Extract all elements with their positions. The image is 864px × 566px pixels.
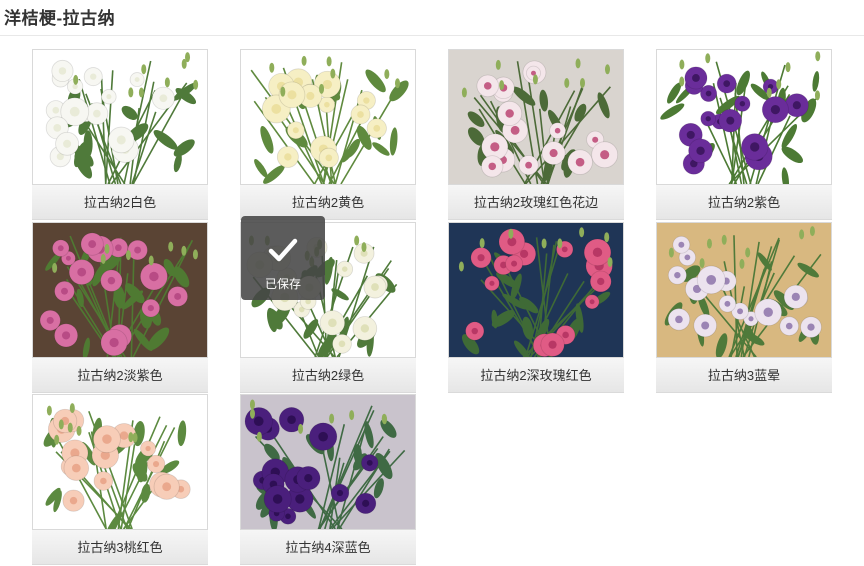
flower-thumbnail[interactable] [32, 49, 208, 185]
saved-toast-label: 已保存 [264, 277, 301, 291]
flower-photo [33, 50, 207, 184]
flower-photo [657, 50, 831, 184]
flower-photo [449, 50, 623, 184]
flower-card[interactable]: 拉古纳2黄色 [240, 49, 416, 220]
flower-photo [449, 223, 623, 357]
flower-caption[interactable]: 拉古纳3蓝晕 [656, 358, 832, 393]
flower-card[interactable]: 拉古纳2紫色 [656, 49, 832, 220]
flower-card[interactable]: 拉古纳3桃红色 [32, 394, 208, 565]
flower-caption[interactable]: 拉古纳4深蓝色 [240, 530, 416, 565]
flower-thumbnail[interactable] [240, 394, 416, 530]
saved-toast: 已保存 [241, 216, 325, 300]
flower-caption[interactable]: 拉古纳2紫色 [656, 185, 832, 220]
flower-caption[interactable]: 拉古纳3桃红色 [32, 530, 208, 565]
flower-card[interactable]: 拉古纳2淡紫色 [32, 222, 208, 393]
flower-photo [33, 223, 207, 357]
flower-thumbnail[interactable] [32, 222, 208, 358]
flower-photo [33, 395, 207, 529]
checkmark-icon [268, 238, 298, 262]
flower-card[interactable]: 拉古纳3蓝晕 [656, 222, 832, 393]
flower-caption[interactable]: 拉古纳2白色 [32, 185, 208, 220]
page-header: 洋桔梗-拉古纳 [0, 0, 864, 36]
flower-thumbnail[interactable] [448, 49, 624, 185]
flower-card[interactable]: 拉古纳2玫瑰红色花边 [448, 49, 624, 220]
flower-photo [657, 223, 831, 357]
flower-photo [241, 395, 415, 529]
flower-thumbnail[interactable] [240, 49, 416, 185]
flower-photo [241, 50, 415, 184]
flower-thumbnail[interactable] [448, 222, 624, 358]
flower-caption[interactable]: 拉古纳2深玫瑰红色 [448, 358, 624, 393]
flower-card[interactable]: 拉古纳2白色 [32, 49, 208, 220]
flower-thumbnail[interactable] [656, 49, 832, 185]
flower-caption[interactable]: 拉古纳2玫瑰红色花边 [448, 185, 624, 220]
flower-card[interactable]: 拉古纳4深蓝色 [240, 394, 416, 565]
page-title: 洋桔梗-拉古纳 [4, 9, 116, 28]
flower-caption[interactable]: 拉古纳2黄色 [240, 185, 416, 220]
flower-card[interactable]: 拉古纳2深玫瑰红色 [448, 222, 624, 393]
flower-thumbnail[interactable] [32, 394, 208, 530]
flower-thumbnail[interactable] [656, 222, 832, 358]
flower-caption[interactable]: 拉古纳2绿色 [240, 358, 416, 393]
flower-caption[interactable]: 拉古纳2淡紫色 [32, 358, 208, 393]
